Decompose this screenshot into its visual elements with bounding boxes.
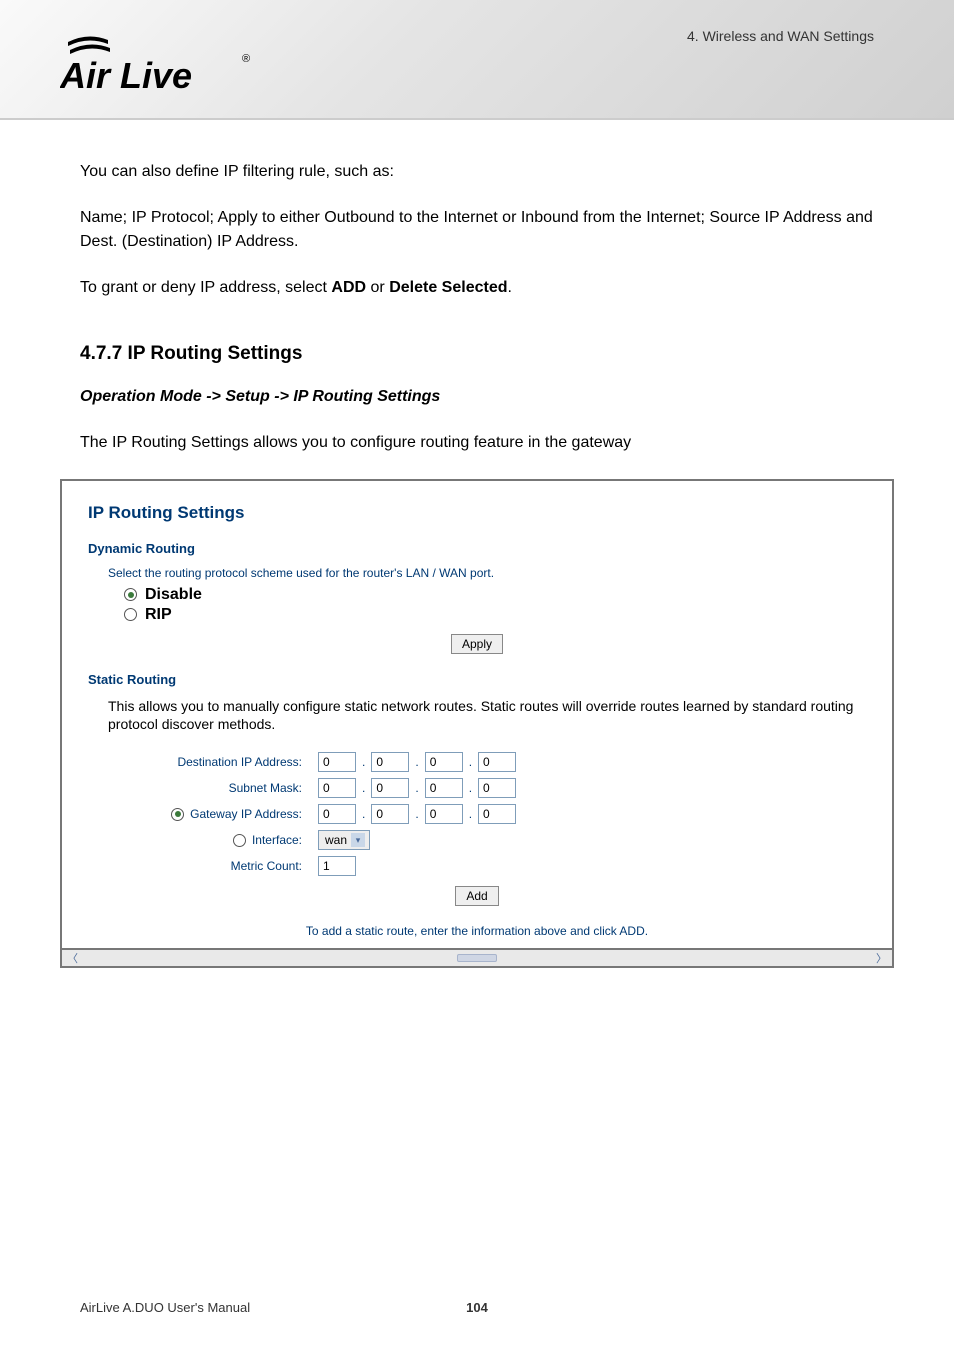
radio-dot-icon — [233, 834, 246, 847]
dest-ip-octet-1[interactable] — [318, 752, 356, 772]
dynamic-routing-help: Select the routing protocol scheme used … — [108, 566, 866, 580]
static-routing-heading: Static Routing — [88, 672, 866, 687]
footer-manual-title: AirLive A.DUO User's Manual — [80, 1300, 250, 1315]
dot-separator: . — [469, 781, 472, 795]
operation-mode-path: Operation Mode -> Setup -> IP Routing Se… — [80, 385, 874, 409]
dot-separator: . — [469, 755, 472, 769]
radio-rip[interactable]: RIP — [124, 606, 866, 624]
dot-separator: . — [362, 781, 365, 795]
dot-separator: . — [415, 755, 418, 769]
dest-ip-label: Destination IP Address: — [128, 755, 318, 769]
gateway-octet-3[interactable] — [425, 804, 463, 824]
radio-dot-icon — [124, 588, 137, 601]
horizontal-scrollbar[interactable]: 〈 〉 — [60, 950, 894, 968]
svg-text:Air Live: Air Live — [60, 55, 192, 96]
apply-button[interactable]: Apply — [451, 634, 503, 654]
dest-ip-octet-3[interactable] — [425, 752, 463, 772]
dot-separator: . — [362, 807, 365, 821]
scroll-left-icon[interactable]: 〈 — [64, 950, 81, 966]
gateway-radio[interactable]: Gateway IP Address: — [128, 807, 318, 821]
dot-separator: . — [362, 755, 365, 769]
add-static-route-note: To add a static route, enter the informa… — [88, 924, 866, 938]
subnet-octet-3[interactable] — [425, 778, 463, 798]
metric-count-label: Metric Count: — [128, 859, 318, 873]
dot-separator: . — [415, 781, 418, 795]
subnet-octet-1[interactable] — [318, 778, 356, 798]
dest-ip-octet-2[interactable] — [371, 752, 409, 772]
gateway-octet-2[interactable] — [371, 804, 409, 824]
subnet-octet-4[interactable] — [478, 778, 516, 798]
footer-page-number: 104 — [466, 1300, 488, 1315]
dest-ip-octet-4[interactable] — [478, 752, 516, 772]
subnet-octet-2[interactable] — [371, 778, 409, 798]
radio-dot-icon — [124, 608, 137, 621]
chapter-heading: 4. Wireless and WAN Settings — [687, 28, 874, 44]
panel-title: IP Routing Settings — [88, 503, 866, 523]
interface-radio[interactable]: Interface: — [128, 833, 318, 847]
scroll-right-icon[interactable]: 〉 — [873, 950, 890, 966]
radio-rip-label: RIP — [145, 606, 172, 624]
svg-text:®: ® — [242, 53, 250, 65]
static-routing-description: This allows you to manually configure st… — [108, 697, 866, 735]
subnet-mask-label: Subnet Mask: — [128, 781, 318, 795]
gateway-octet-1[interactable] — [318, 804, 356, 824]
ip-routing-panel: IP Routing Settings Dynamic Routing Sele… — [60, 479, 894, 951]
scrollbar-handle[interactable] — [457, 954, 497, 962]
gateway-octet-4[interactable] — [478, 804, 516, 824]
paragraph-grant: To grant or deny IP address, select ADD … — [80, 276, 874, 300]
dot-separator: . — [415, 807, 418, 821]
radio-dot-icon — [171, 808, 184, 821]
dot-separator: . — [469, 807, 472, 821]
radio-disable[interactable]: Disable — [124, 586, 866, 604]
dynamic-routing-heading: Dynamic Routing — [88, 541, 866, 556]
paragraph-fields: Name; IP Protocol; Apply to either Outbo… — [80, 206, 874, 254]
section-description: The IP Routing Settings allows you to co… — [80, 431, 874, 455]
radio-disable-label: Disable — [145, 586, 202, 604]
paragraph-intro: You can also define IP filtering rule, s… — [80, 160, 874, 184]
brand-logo: Air Live ® — [60, 30, 256, 100]
section-title: 4.7.7 IP Routing Settings — [80, 340, 874, 369]
interface-select[interactable]: wan ▾ — [318, 830, 370, 850]
metric-count-input[interactable] — [318, 856, 356, 876]
add-button[interactable]: Add — [455, 886, 498, 906]
chevron-down-icon: ▾ — [351, 833, 365, 847]
